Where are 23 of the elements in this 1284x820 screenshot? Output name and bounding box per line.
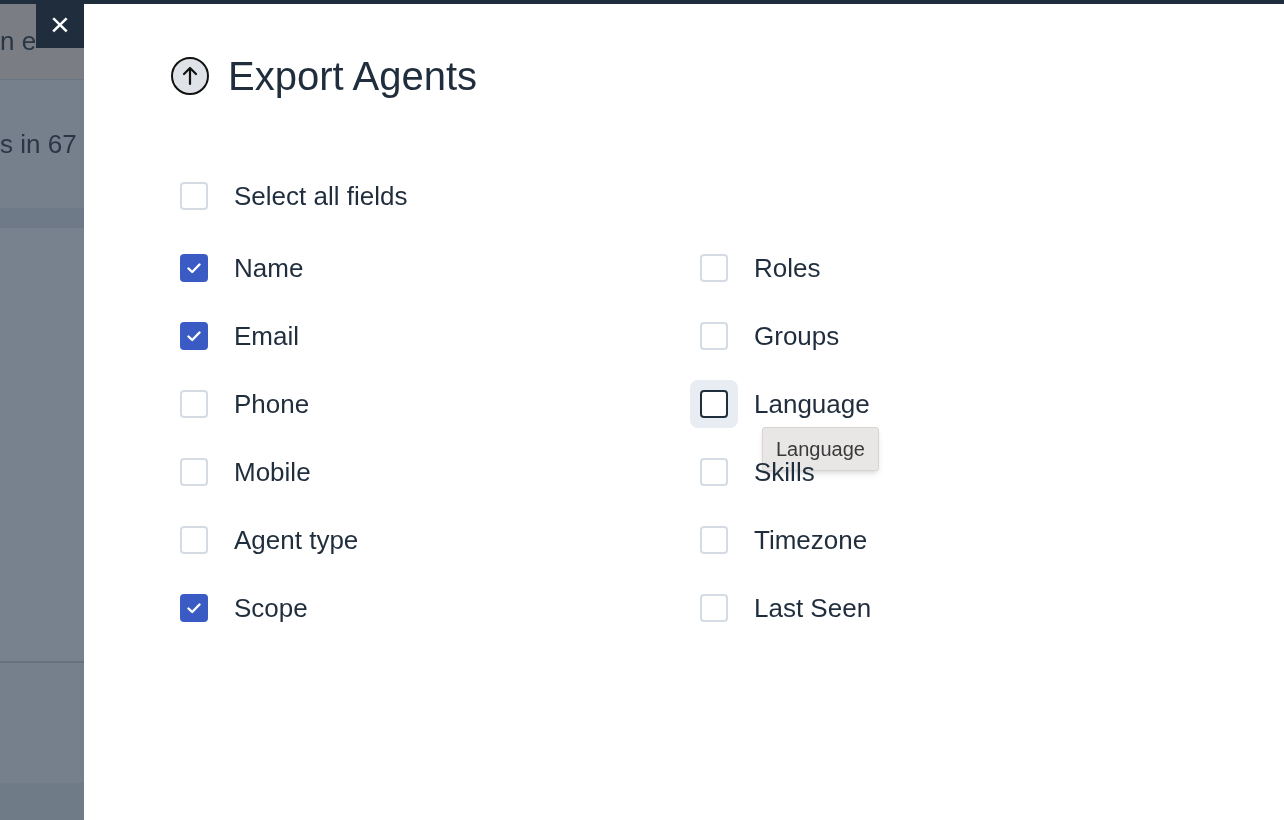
checkmark-icon xyxy=(187,330,201,342)
field-label: Language xyxy=(754,387,870,421)
field-label: Email xyxy=(234,319,299,353)
checkbox[interactable] xyxy=(180,254,208,282)
background-text: n e xyxy=(0,25,37,58)
upload-icon xyxy=(170,56,210,96)
field-label: Mobile xyxy=(234,455,311,489)
field-label: Agent type xyxy=(234,523,359,557)
field-label: Name xyxy=(234,251,304,285)
field-label: Phone xyxy=(234,387,310,421)
field-label: Select all fields xyxy=(234,179,408,213)
checkbox[interactable] xyxy=(700,390,728,418)
field-label: Timezone xyxy=(754,523,868,557)
checkbox[interactable] xyxy=(180,594,208,622)
field-label: Last Seen xyxy=(754,591,872,625)
checkmark-icon xyxy=(187,262,201,274)
field-label: Scope xyxy=(234,591,308,625)
dialog-title: Export Agents xyxy=(228,53,478,100)
checkbox[interactable] xyxy=(180,322,208,350)
field-label: Groups xyxy=(754,319,840,353)
checkmark-icon xyxy=(187,602,201,614)
background-text: s in 67 xyxy=(0,127,77,161)
field-label: Roles xyxy=(754,251,821,285)
